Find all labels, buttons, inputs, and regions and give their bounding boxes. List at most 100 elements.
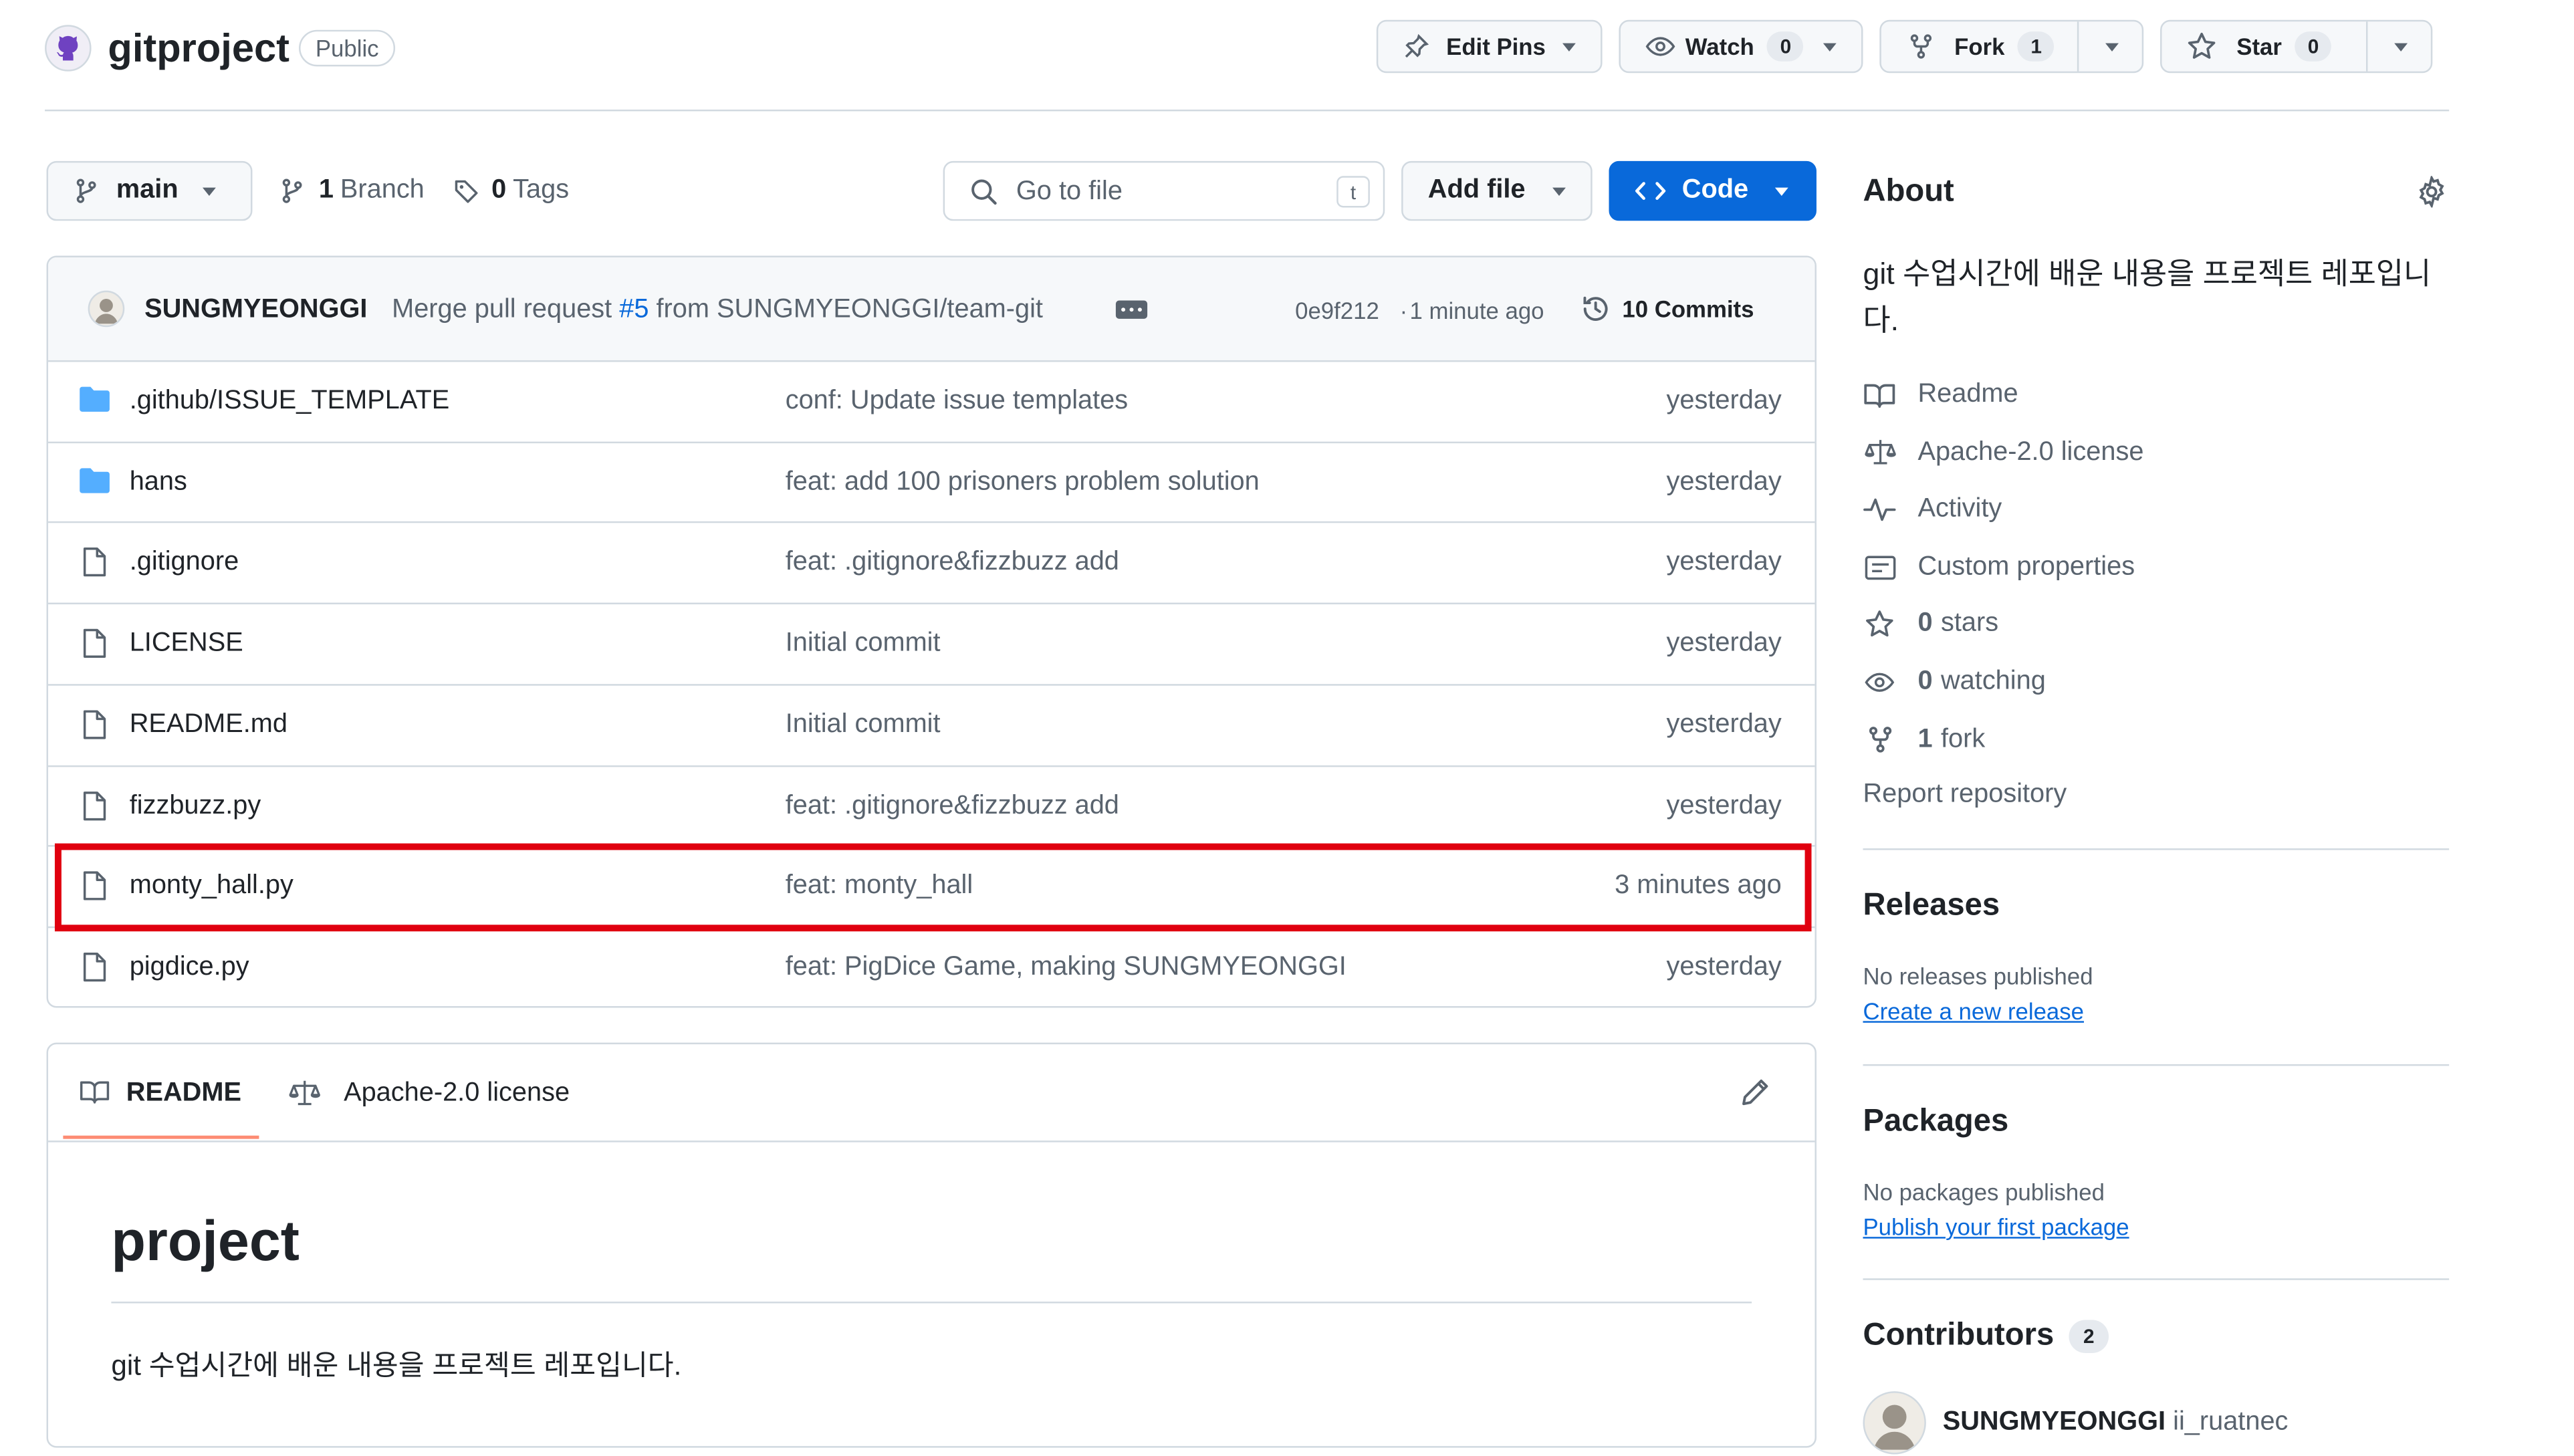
branch-select[interactable]: main	[46, 160, 253, 221]
branch-name: main	[116, 176, 179, 205]
readme-heading: project	[111, 1210, 300, 1273]
publish-package-link[interactable]: Publish your first package	[1863, 1213, 2129, 1240]
code-button[interactable]: Code	[1609, 160, 1817, 221]
file-name-link[interactable]: .gitignore	[130, 549, 239, 579]
pulse-icon	[1863, 497, 1896, 523]
releases-title[interactable]: Releases	[1863, 888, 2000, 925]
avatar[interactable]	[88, 290, 125, 328]
file-commit-message[interactable]: feat: PigDice Game, making SUNGMYEONGGI	[786, 953, 1347, 983]
fork-button[interactable]: Fork 1	[1879, 19, 2144, 74]
star-button[interactable]: Star 0	[2160, 19, 2433, 74]
file-icon	[78, 709, 112, 749]
gear-icon[interactable]	[2416, 176, 2447, 208]
tag-label: Tags	[513, 176, 570, 205]
file-name-link[interactable]: pigdice.py	[130, 953, 249, 983]
chevron-down-icon[interactable]	[2105, 43, 2119, 51]
tab-license[interactable]: Apache-2.0 license	[289, 1044, 604, 1140]
tab-readme-label: README	[126, 1079, 241, 1108]
branches-link[interactable]: 1 Branch	[279, 176, 425, 206]
expand-commit-button[interactable]	[1115, 300, 1148, 319]
commit-message[interactable]: Merge pull request #5 from SUNGMYEONGGI/…	[392, 295, 1043, 326]
contributors-title[interactable]: Contributors	[1863, 1318, 2054, 1355]
about-description: git 수업시간에 배운 내용을 프로젝트 레포입니다.	[1863, 257, 2432, 338]
file-commit-message[interactable]: feat: .gitignore&fizzbuzz add	[786, 791, 1119, 821]
eye-icon	[1645, 37, 1675, 56]
file-icon	[78, 951, 112, 991]
watch-label: Watch	[1685, 33, 1754, 60]
file-row[interactable]: LICENSE Initial commit yesterday	[48, 602, 1815, 685]
commit-author[interactable]: SUNGMYEONGGI	[144, 295, 367, 326]
add-file-button[interactable]: Add file	[1401, 160, 1593, 221]
file-row[interactable]: README.md Initial commit yesterday	[48, 683, 1815, 765]
highlight-box	[54, 843, 1812, 932]
git-branch-icon	[76, 178, 96, 203]
about-item[interactable]: 0 stars	[1863, 608, 1998, 642]
contributor-name[interactable]: SUNGMYEONGGI	[1943, 1408, 2166, 1436]
file-commit-date: yesterday	[1666, 629, 1782, 658]
pr-link[interactable]: #5	[619, 295, 649, 324]
tab-license-label: Apache-2.0 license	[344, 1079, 570, 1108]
go-to-file-placeholder: Go to file	[1016, 177, 1123, 206]
file-name-link[interactable]: .github/ISSUE_TEMPLATE	[130, 387, 450, 417]
file-row[interactable]: .github/ISSUE_TEMPLATE conf: Update issue…	[48, 360, 1815, 442]
report-repository-link[interactable]: Report repository	[1863, 780, 2067, 810]
note-icon	[1863, 554, 1896, 581]
history-icon	[1583, 296, 1608, 321]
file-commit-message[interactable]: conf: Update issue templates	[786, 387, 1128, 417]
contributor-name[interactable]: ii_ruatnec	[2173, 1408, 2288, 1436]
file-name-link[interactable]: fizzbuzz.py	[130, 791, 261, 821]
about-item[interactable]: 1 fork	[1863, 723, 1985, 757]
about-item[interactable]: Activity	[1863, 493, 2002, 527]
fork-icon	[1910, 34, 1932, 59]
edit-pencil-icon[interactable]	[1740, 1078, 1770, 1108]
scale-icon	[289, 1080, 320, 1106]
packages-empty: No packages published	[1863, 1179, 2105, 1206]
file-commit-message[interactable]: feat: add 100 prisoners problem solution	[786, 468, 1260, 498]
file-icon	[78, 547, 112, 587]
about-item[interactable]: Apache-2.0 license	[1863, 436, 2143, 469]
about-item[interactable]: Custom properties	[1863, 551, 2135, 584]
star-icon	[1863, 610, 1896, 640]
branch-count: 1	[318, 176, 334, 205]
file-name-link[interactable]: LICENSE	[130, 629, 243, 659]
about-item-count: 0	[1917, 667, 1933, 696]
about-item[interactable]: 0 watching	[1863, 666, 2046, 699]
create-release-link[interactable]: Create a new release	[1863, 998, 2083, 1025]
chevron-down-icon	[1774, 187, 1788, 195]
file-commit-message[interactable]: Initial commit	[786, 629, 941, 659]
commits-count[interactable]: 10 Commits	[1622, 295, 1754, 322]
tags-link[interactable]: 0 Tags	[453, 176, 569, 206]
contributors-header: Contributors 2	[1863, 1318, 2109, 1355]
star-label: Star	[2236, 33, 2282, 60]
readme-tabbar: README Apache-2.0 license	[48, 1044, 1815, 1142]
edit-pins-button[interactable]: Edit Pins	[1376, 19, 1603, 74]
shortcut-key: t	[1336, 176, 1370, 208]
file-name-link[interactable]: README.md	[130, 710, 287, 740]
divider	[1863, 848, 2450, 850]
repo-name[interactable]: gitproject	[108, 27, 289, 74]
file-row[interactable]: fizzbuzz.py feat: .gitignore&fizzbuzz add…	[48, 764, 1815, 846]
file-row[interactable]: pigdice.py feat: PigDice Game, making SUN…	[48, 926, 1815, 1006]
about-item[interactable]: Readme	[1863, 378, 2018, 412]
about-item-label: stars	[1940, 610, 1999, 638]
repo-avatar[interactable]	[45, 25, 92, 72]
watch-button[interactable]: Watch 0	[1619, 19, 1863, 74]
user-avatar-icon	[94, 299, 118, 324]
file-icon	[78, 790, 112, 830]
about-item-label: Apache-2.0 license	[1917, 437, 2144, 466]
commit-hash[interactable]: 0e9f212	[1295, 297, 1379, 324]
file-name-link[interactable]: hans	[130, 468, 187, 498]
file-row[interactable]: .gitignore feat: .gitignore&fizzbuzz add y…	[48, 521, 1815, 604]
file-commit-message[interactable]: feat: .gitignore&fizzbuzz add	[786, 549, 1119, 579]
chevron-down-icon[interactable]	[2394, 43, 2408, 51]
file-commit-message[interactable]: Initial commit	[786, 710, 941, 740]
folder-icon	[78, 385, 112, 422]
star-count: 0	[2295, 31, 2332, 62]
about-item-count: 0	[1917, 610, 1933, 638]
contributor-avatar[interactable]	[1863, 1391, 1926, 1455]
file-row[interactable]: hans feat: add 100 prisoners problem solu…	[48, 441, 1815, 523]
tab-readme[interactable]: README	[63, 1044, 259, 1140]
go-to-file-input[interactable]: Go to file t	[943, 160, 1385, 221]
packages-title[interactable]: Packages	[1863, 1104, 2008, 1141]
visibility-badge: Public	[299, 29, 396, 67]
